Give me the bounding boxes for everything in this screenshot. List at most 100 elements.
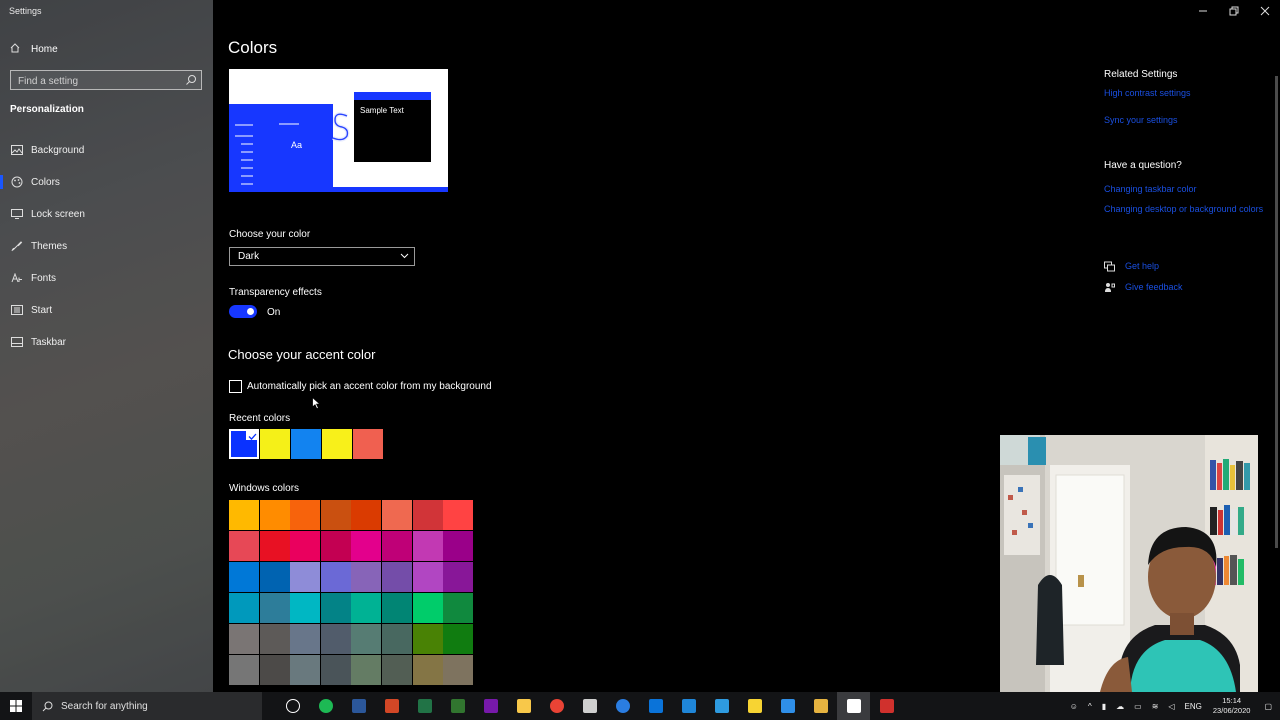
windows-color-swatch[interactable] [320,655,351,685]
minimize-button[interactable] [1187,0,1218,22]
windows-color-swatch[interactable] [229,500,259,530]
windows-color-swatch[interactable] [443,562,474,592]
windows-color-swatch[interactable] [412,593,443,623]
windows-color-swatch[interactable] [290,593,321,623]
choose-color-dropdown[interactable]: Dark [229,247,415,266]
get-help-link[interactable]: Get help [1125,261,1159,271]
windows-color-swatch[interactable] [351,500,382,530]
language-indicator[interactable]: ENG [1180,702,1207,711]
windows-color-swatch[interactable] [229,531,259,561]
window-app-taskbar-button[interactable] [672,692,705,720]
file-explorer-taskbar-button[interactable] [507,692,540,720]
home-link[interactable]: Home [10,41,58,57]
battery-icon[interactable]: ▭ [1129,702,1147,711]
sidebar-item-taskbar[interactable]: Taskbar [0,331,213,353]
windows-color-swatch[interactable] [351,562,382,592]
chevron-up-icon[interactable]: ^ [1083,702,1097,711]
photos-taskbar-button[interactable] [771,692,804,720]
windows-color-swatch[interactable] [290,500,321,530]
clock[interactable]: 15:14 23/06/2020 [1207,696,1257,716]
windows-color-swatch[interactable] [259,593,290,623]
wifi-icon[interactable]: ≋ [1147,702,1164,711]
auto-accent-checkbox[interactable] [229,380,242,393]
restore-button[interactable] [1218,0,1249,22]
windows-color-swatch[interactable] [320,531,351,561]
give-feedback-link[interactable]: Give feedback [1125,282,1183,292]
volume-icon[interactable]: ◁ [1163,702,1179,711]
sidebar-item-fonts[interactable]: Fonts [0,267,213,289]
recent-color-swatch[interactable] [322,429,352,459]
onenote-taskbar-button[interactable] [474,692,507,720]
windows-color-swatch[interactable] [259,624,290,654]
recent-color-swatch[interactable] [229,429,259,459]
word-taskbar-button[interactable] [342,692,375,720]
desktop-color-link[interactable]: Changing desktop or background colors [1104,203,1264,215]
find-setting-search[interactable] [10,70,202,91]
notes-taskbar-button[interactable] [738,692,771,720]
windows-color-swatch[interactable] [259,562,290,592]
search-icon[interactable] [185,74,197,86]
windows-color-swatch[interactable] [412,624,443,654]
close-button[interactable] [1249,0,1280,22]
windows-color-swatch[interactable] [351,593,382,623]
windows-color-swatch[interactable] [290,562,321,592]
windows-color-swatch[interactable] [351,655,382,685]
star-taskbar-button[interactable] [804,692,837,720]
windows-color-swatch[interactable] [382,624,412,654]
windows-color-swatch[interactable] [320,562,351,592]
paint-taskbar-button[interactable] [705,692,738,720]
sync-settings-link[interactable]: Sync your settings [1104,115,1178,125]
windows-color-swatch[interactable] [412,655,443,685]
start-button[interactable] [0,692,32,720]
compass-taskbar-button[interactable] [606,692,639,720]
windows-color-swatch[interactable] [229,624,259,654]
windows-color-swatch[interactable] [320,500,351,530]
sidebar-item-start[interactable]: Start [0,299,213,321]
sidebar-item-themes[interactable]: Themes [0,235,213,257]
windows-color-swatch[interactable] [259,531,290,561]
windows-color-swatch[interactable] [443,593,474,623]
settings-taskbar-button[interactable] [837,692,870,720]
sidebar-item-lock-screen[interactable]: Lock screen [0,203,213,225]
store-taskbar-button[interactable] [639,692,672,720]
find-setting-input[interactable] [11,72,181,91]
windows-color-swatch[interactable] [443,624,474,654]
calendar-taskbar-button[interactable] [870,692,903,720]
windows-color-swatch[interactable] [259,500,290,530]
recent-color-swatch[interactable] [260,429,290,459]
notification-icon[interactable]: ▢ [1256,702,1280,711]
windows-color-swatch[interactable] [259,655,290,685]
windows-color-swatch[interactable] [351,531,382,561]
windows-color-swatch[interactable] [351,624,382,654]
windows-color-swatch[interactable] [412,531,443,561]
windows-color-swatch[interactable] [382,500,412,530]
windows-color-swatch[interactable] [320,624,351,654]
windows-color-swatch[interactable] [382,655,412,685]
taskbar-search[interactable]: Search for anything [32,692,262,720]
windows-color-swatch[interactable] [382,531,412,561]
scrollbar[interactable] [1275,76,1278,548]
people-icon[interactable]: ☺ [1065,702,1083,711]
windows-color-swatch[interactable] [229,655,259,685]
windows-color-swatch[interactable] [290,655,321,685]
sidebar-item-background[interactable]: Background [0,139,213,161]
windows-color-swatch[interactable] [290,531,321,561]
project-taskbar-button[interactable] [441,692,474,720]
microphone-icon[interactable]: ▮ [1097,702,1111,711]
recent-color-swatch[interactable] [353,429,383,459]
transparency-toggle[interactable] [229,305,257,318]
sidebar-item-colors[interactable]: Colors [0,171,213,193]
windows-color-swatch[interactable] [382,562,412,592]
chrome-taskbar-button[interactable] [540,692,573,720]
windows-color-swatch[interactable] [443,655,474,685]
windows-color-swatch[interactable] [320,593,351,623]
windows-color-swatch[interactable] [412,500,443,530]
cortana-taskbar-button[interactable] [276,692,309,720]
windows-color-swatch[interactable] [382,593,412,623]
windows-color-swatch[interactable] [412,562,443,592]
snip-taskbar-button[interactable] [573,692,606,720]
recent-color-swatch[interactable] [291,429,321,459]
windows-color-swatch[interactable] [229,593,259,623]
windows-color-swatch[interactable] [229,562,259,592]
high-contrast-link[interactable]: High contrast settings [1104,88,1191,98]
